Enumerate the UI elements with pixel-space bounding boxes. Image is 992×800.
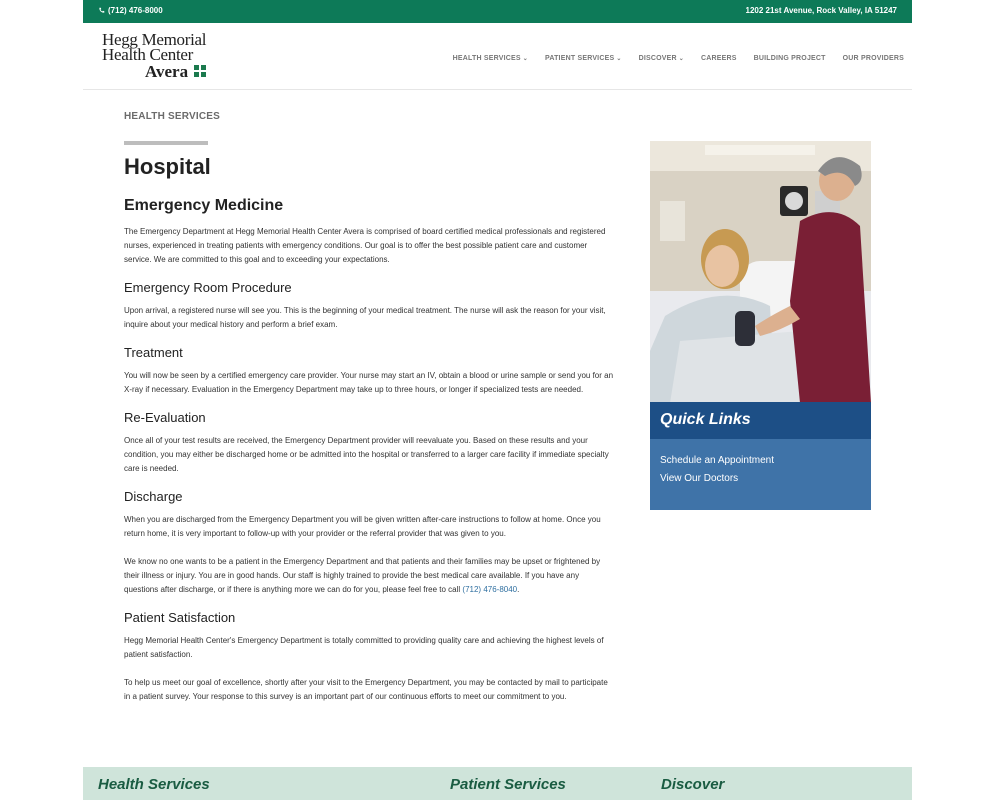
subheading: Re-Evaluation [124,410,206,425]
chevron-down-icon: ⌄ [678,56,684,62]
paragraph: Upon arrival, a registered nurse will se… [124,306,606,329]
paragraph: You will now be seen by a certified emer… [124,371,614,394]
intro-paragraph: The Emergency Department at Hegg Memoria… [124,227,606,264]
site-logo[interactable]: Hegg Memorial Health Center Avera [102,31,212,82]
footer-health-services-heading: Health Services [98,776,210,793]
paragraph: Hegg Memorial Health Center's Emergency … [124,636,604,659]
nav-careers[interactable]: CAREERS [701,55,737,62]
paragraph: We know no one wants to be a patient in … [124,557,601,594]
breadcrumb[interactable]: HEALTH SERVICES [124,111,220,122]
nurse-patient-photo [650,141,871,403]
site-header: Hegg Memorial Health Center Avera HEALTH… [83,23,912,90]
paragraph: To help us meet our goal of excellence, … [124,678,608,701]
page-title: Hospital [124,154,211,179]
quick-links-title: Quick Links [660,411,751,428]
quick-links-panel: Quick Links Schedule an Appointment View… [650,402,871,510]
paragraph-text: We know no one wants to be a patient in … [124,557,601,594]
nav-label: DISCOVER [638,55,677,62]
top-address: 1202 21st Avenue, Rock Valley, IA 51247 [745,6,898,15]
nav-patient-services[interactable]: PATIENT SERVICES ⌄ [545,55,622,62]
subheading: Patient Satisfaction [124,610,236,625]
phone-number: (712) 476-8000 [108,6,163,15]
nav-discover[interactable]: DISCOVER ⌄ [639,55,684,62]
logo-line2: Health Center [102,45,193,64]
nav-label: BUILDING PROJECT [753,55,826,62]
subheading: Emergency Room Procedure [124,280,292,295]
quick-link-view-doctors[interactable]: View Our Doctors [660,470,861,488]
nav-label: OUR PROVIDERS [842,55,904,62]
subheading: Treatment [124,345,183,360]
nav-label: PATIENT SERVICES [545,55,615,62]
paragraph: When you are discharged from the Emergen… [124,515,601,538]
chevron-down-icon: ⌄ [616,56,622,62]
nav-label: HEALTH SERVICES [452,55,521,62]
nav-building-project[interactable]: BUILDING PROJECT [754,55,826,62]
nav-our-providers[interactable]: OUR PROVIDERS [843,55,904,62]
chevron-down-icon: ⌄ [522,56,528,62]
footer-patient-services-heading: Patient Services [450,776,566,793]
nav-label: CAREERS [700,55,737,62]
top-bar: (712) 476-8000 1202 21st Avenue, Rock Va… [83,0,912,23]
footer-discover-heading: Discover [661,776,725,793]
site-footer: Health Services Patient Services Discove… [83,767,912,800]
title-rule [124,141,208,145]
nav-health-services[interactable]: HEALTH SERVICES ⌄ [453,55,528,62]
main-content: Emergency Medicine The Emergency Departm… [124,197,614,704]
phone-link[interactable]: (712) 476-8040 [462,585,517,594]
logo-line3: Avera [145,62,189,81]
main-nav: HEALTH SERVICES ⌄ PATIENT SERVICES ⌄ DISCO… [453,55,904,62]
phone-icon [99,7,105,13]
quick-links-list: Schedule an Appointment View Our Doctors [650,439,871,501]
subheading: Discharge [124,489,183,504]
section-heading: Emergency Medicine [124,197,284,214]
paragraph: Once all of your test results are receiv… [124,436,609,473]
avera-cross-icon [194,65,206,77]
quick-links-header: Quick Links [650,402,871,439]
top-phone[interactable]: (712) 476-8000 [98,6,163,15]
quick-link-schedule-appointment[interactable]: Schedule an Appointment [660,452,861,470]
